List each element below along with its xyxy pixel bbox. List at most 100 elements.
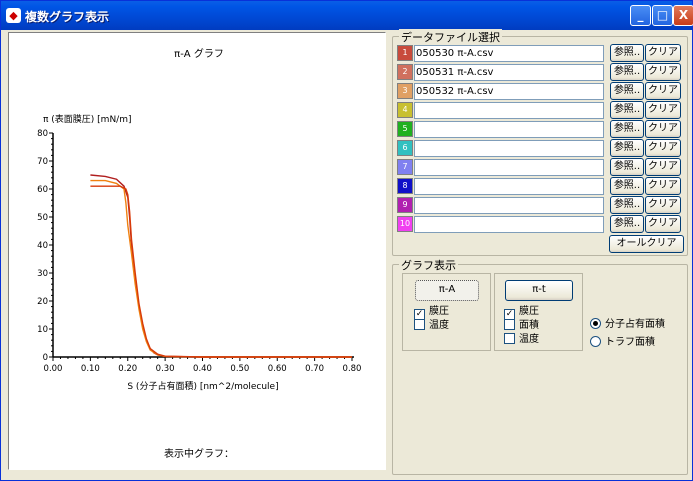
filename-field[interactable] <box>414 159 604 176</box>
pi-a-button[interactable]: π-A <box>415 280 479 301</box>
clear-button[interactable]: クリア <box>645 63 681 81</box>
browse-button[interactable]: 参照.. <box>610 63 644 81</box>
checkbox-pi_a-1[interactable]: 温度 <box>414 319 449 333</box>
color-swatch[interactable]: 4 <box>397 102 413 118</box>
clear-button[interactable]: クリア <box>645 158 681 176</box>
checkbox-pi_t-1[interactable]: 面積 <box>504 319 539 333</box>
filename-field[interactable] <box>414 197 604 214</box>
window-title: 複数グラフ表示 <box>25 10 110 24</box>
radio-dot[interactable] <box>590 336 601 347</box>
all-clear-button[interactable]: オールクリア <box>609 235 684 253</box>
radio-0[interactable]: 分子占有面積 <box>590 318 665 332</box>
y-tick-label: 10 <box>37 325 48 335</box>
browse-button[interactable]: 参照.. <box>610 82 644 100</box>
browse-button[interactable]: 参照.. <box>610 196 644 214</box>
browse-button[interactable]: 参照.. <box>610 101 644 119</box>
filename-field[interactable] <box>414 140 604 157</box>
app-window: ◆ 複数グラフ表示 _ □ X π-A グラフ π (表面膜圧) [mN/m] … <box>0 0 693 481</box>
checkbox-label: 膜圧 <box>429 306 449 317</box>
file-row: 10 参照.. クリア <box>397 215 685 233</box>
filename-field[interactable] <box>414 121 604 138</box>
browse-button[interactable]: 参照.. <box>610 44 644 62</box>
series-line-3 <box>90 185 352 358</box>
checkbox-pi_t-0[interactable]: ✓ 膜圧 <box>504 305 539 320</box>
checkbox-label: 面積 <box>519 320 539 331</box>
clear-button[interactable]: クリア <box>645 120 681 138</box>
browse-button[interactable]: 参照.. <box>610 215 644 233</box>
filename-field[interactable]: 050532 π-A.csv <box>414 83 604 100</box>
app-icon: ◆ <box>6 8 21 23</box>
checkbox-label: 温度 <box>519 334 539 345</box>
x-tick-label: 0.20 <box>118 364 137 374</box>
filename-field[interactable] <box>414 102 604 119</box>
color-swatch[interactable]: 7 <box>397 159 413 175</box>
filename-field[interactable] <box>414 216 604 233</box>
clear-button[interactable]: クリア <box>645 82 681 100</box>
clear-button[interactable]: クリア <box>645 139 681 157</box>
clear-button[interactable]: クリア <box>645 101 681 119</box>
radio-label: 分子占有面積 <box>605 319 665 330</box>
x-tick-label: 0.40 <box>193 364 212 374</box>
current-graph-label: 表示中グラフ： <box>164 447 234 460</box>
browse-button[interactable]: 参照.. <box>610 158 644 176</box>
y-tick-label: 30 <box>37 269 48 279</box>
file-row: 1 050530 π-A.csv 参照.. クリア <box>397 44 685 62</box>
color-swatch[interactable]: 2 <box>397 64 413 80</box>
clear-button[interactable]: クリア <box>645 196 681 214</box>
file-row: 9 参照.. クリア <box>397 196 685 214</box>
checkbox-box[interactable] <box>504 319 515 330</box>
color-swatch[interactable]: 5 <box>397 121 413 137</box>
file-row: 7 参照.. クリア <box>397 158 685 176</box>
y-tick-label: 0 <box>43 353 48 363</box>
y-axis-label: π (表面膜圧) [mN/m] <box>43 113 131 125</box>
y-tick-label: 40 <box>37 241 48 251</box>
checkbox-box[interactable] <box>504 333 515 344</box>
file-row: 2 050531 π-A.csv 参照.. クリア <box>397 63 685 81</box>
radio-1[interactable]: トラフ面積 <box>590 336 655 350</box>
pi-t-button[interactable]: π-t <box>505 280 573 301</box>
y-tick-label: 80 <box>37 129 48 139</box>
series-line-1 <box>90 174 352 358</box>
x-tick-label: 0.30 <box>156 364 175 374</box>
browse-button[interactable]: 参照.. <box>610 177 644 195</box>
checkbox-label: 膜圧 <box>519 306 539 317</box>
pi-a-chart: π-A グラフ π (表面膜圧) [mN/m] S (分子占有面積) [nm^2… <box>37 47 361 460</box>
x-tick-label: 0.70 <box>305 364 324 374</box>
checkbox-box[interactable] <box>414 319 425 330</box>
filename-field[interactable] <box>414 178 604 195</box>
y-tick-label: 60 <box>37 185 48 195</box>
clear-button[interactable]: クリア <box>645 44 681 62</box>
maximize-button[interactable]: □ <box>652 5 673 26</box>
radio-dot[interactable] <box>590 318 601 329</box>
y-tick-label: 20 <box>37 297 48 307</box>
color-swatch[interactable]: 6 <box>397 140 413 156</box>
file-row: 6 参照.. クリア <box>397 139 685 157</box>
clear-button[interactable]: クリア <box>645 215 681 233</box>
checkbox-pi_a-0[interactable]: ✓ 膜圧 <box>414 305 449 320</box>
color-swatch[interactable]: 10 <box>397 216 413 232</box>
file-row: 5 参照.. クリア <box>397 120 685 138</box>
x-tick-label: 0.60 <box>268 364 287 374</box>
y-tick-label: 50 <box>37 213 48 223</box>
x-tick-label: 0.10 <box>81 364 100 374</box>
checkbox-pi_t-2[interactable]: 温度 <box>504 333 539 347</box>
clear-button[interactable]: クリア <box>645 177 681 195</box>
color-swatch[interactable]: 8 <box>397 178 413 194</box>
filename-field[interactable]: 050531 π-A.csv <box>414 64 604 81</box>
file-row: 8 参照.. クリア <box>397 177 685 195</box>
color-swatch[interactable]: 9 <box>397 197 413 213</box>
title-bar[interactable]: ◆ 複数グラフ表示 _ □ X <box>1 1 693 30</box>
radio-label: トラフ面積 <box>605 337 655 348</box>
browse-button[interactable]: 参照.. <box>610 120 644 138</box>
color-swatch[interactable]: 1 <box>397 45 413 61</box>
x-tick-label: 0.00 <box>44 364 63 374</box>
filename-field[interactable]: 050530 π-A.csv <box>414 45 604 62</box>
minimize-button[interactable]: _ <box>630 5 651 26</box>
close-button[interactable]: X <box>673 5 693 26</box>
chart-title: π-A グラフ <box>174 47 224 60</box>
y-tick-label: 70 <box>37 157 48 167</box>
checkbox-label: 温度 <box>429 320 449 331</box>
browse-button[interactable]: 参照.. <box>610 139 644 157</box>
color-swatch[interactable]: 3 <box>397 83 413 99</box>
file-row: 4 参照.. クリア <box>397 101 685 119</box>
